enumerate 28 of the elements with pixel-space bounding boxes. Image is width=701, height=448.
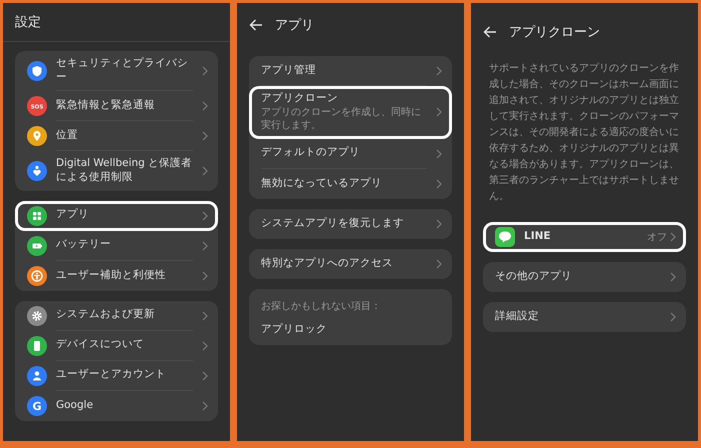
settings-item[interactable]: アプリ: [15, 200, 218, 231]
settings-item[interactable]: 位置: [15, 121, 218, 152]
settings-item[interactable]: 特別なアプリへのアクセス: [249, 248, 452, 279]
settings-item[interactable]: アプリクローン アプリのクローンを作成し、同時に実行します。: [249, 86, 452, 139]
settings-item[interactable]: セキュリティとプライバシー: [15, 51, 218, 92]
google-icon: G: [27, 396, 47, 416]
settings-item[interactable]: デバイスについて: [15, 330, 218, 361]
back-arrow-icon[interactable]: [483, 26, 497, 38]
settings-item[interactable]: その他のアプリ: [483, 262, 686, 292]
settings-item[interactable]: ユーザーとアカウント: [15, 360, 218, 391]
settings-item[interactable]: バッテリー: [15, 230, 218, 261]
settings-item[interactable]: デフォルトのアプリ: [249, 138, 452, 169]
screen-title: アプリ: [275, 17, 314, 34]
back-arrow-icon[interactable]: [249, 19, 263, 31]
section-caption: お探しかもしれない項目：: [260, 300, 382, 314]
settings-item[interactable]: アプリ管理: [249, 56, 452, 86]
settings-item[interactable]: 無効になっているアプリ: [249, 168, 452, 199]
screen-title: 設定: [15, 14, 41, 31]
settings-item[interactable]: LINE オフ: [483, 222, 686, 252]
screen-title: アプリクローン: [509, 24, 600, 41]
settings-item[interactable]: G Google: [15, 390, 218, 421]
settings-item[interactable]: 詳細設定: [483, 302, 686, 332]
settings-item[interactable]: システムアプリを復元します: [249, 208, 452, 239]
settings-item[interactable]: ユーザー補助と利便性: [15, 260, 218, 291]
settings-item[interactable]: システムおよび更新: [15, 300, 218, 331]
settings-item[interactable]: アプリロック: [249, 314, 452, 345]
settings-item[interactable]: Digital Wellbeing と保護者による使用制限: [15, 151, 218, 191]
description-text: サポートされているアプリのクローンを作成した場合、そのクローンはホーム画面に追加されて、オリジナルのアプリとは独立して実行されます。クローンのパフォーマンスは、その開発者による適応の度合いに依存するため、オリジナルのアプリとは異なる場合があります。アプリクローンは、第三者のランチャー上ではサポートしません。: [488, 62, 680, 204]
